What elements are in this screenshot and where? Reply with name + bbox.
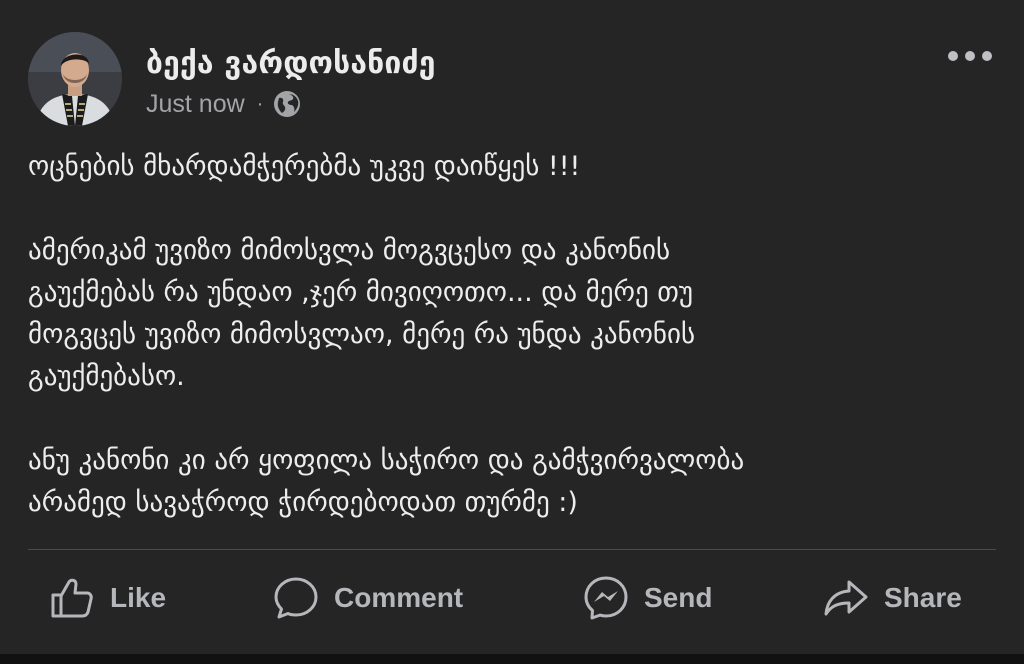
post-meta: Just now · bbox=[146, 88, 301, 120]
more-dot bbox=[948, 51, 958, 61]
post-timestamp[interactable]: Just now bbox=[146, 90, 245, 119]
post-text-line: გაუქმებას რა უნდაო ,ჯერ მივიღოთო... და მ… bbox=[28, 277, 693, 308]
post-actions-bar: Like Comment Send Share bbox=[0, 566, 1024, 630]
comment-button[interactable]: Comment bbox=[272, 566, 463, 630]
avatar-photo bbox=[28, 32, 122, 126]
post-text-line: ამერიკამ უვიზო მიმოსვლა მოგვცესო და კანო… bbox=[28, 235, 671, 266]
post-body: ოცნების მხარდამჭერებმა უკვე დაიწყეს !!! … bbox=[28, 146, 988, 524]
send-label: Send bbox=[644, 582, 713, 613]
more-dot bbox=[965, 51, 975, 61]
post-text-line: ანუ კანონი კი არ ყოფილა საჭირო და გამჭვი… bbox=[28, 445, 745, 476]
thumbs-up-icon bbox=[51, 578, 93, 618]
author-avatar[interactable] bbox=[28, 32, 122, 126]
share-button[interactable]: Share bbox=[822, 566, 962, 630]
meta-separator: · bbox=[256, 92, 264, 115]
post-header: ბექა ვარდოსანიძე Just now · bbox=[28, 30, 996, 126]
like-label: Like bbox=[110, 582, 167, 613]
messenger-icon bbox=[584, 576, 628, 620]
author-name[interactable]: ბექა ვარდოსანიძე bbox=[146, 46, 436, 81]
more-options-icon[interactable] bbox=[948, 44, 992, 68]
more-dot bbox=[982, 51, 992, 61]
globe-icon[interactable] bbox=[273, 90, 301, 118]
post-text-line: გაუქმებასო. bbox=[28, 361, 185, 392]
post-text-line: არამედ სავაჭროდ ჭირდებოდათ თურმე :) bbox=[28, 487, 578, 518]
comment-bubble-icon bbox=[274, 577, 318, 619]
post-card: ბექა ვარდოსანიძე Just now · ოცნების მხარ… bbox=[0, 0, 1024, 664]
post-text-line: ოცნების მხარდამჭერებმა უკვე დაიწყეს !!! bbox=[28, 151, 581, 182]
post-text-line: მოგვცეს უვიზო მიმოსვლაო, მერე რა უნდა კა… bbox=[28, 319, 696, 350]
send-button[interactable]: Send bbox=[582, 566, 712, 630]
bottom-edge bbox=[0, 654, 1024, 664]
share-arrow-icon bbox=[824, 580, 868, 616]
like-button[interactable]: Like bbox=[48, 566, 166, 630]
actions-divider bbox=[28, 549, 996, 550]
share-label: Share bbox=[884, 582, 962, 613]
comment-label: Comment bbox=[334, 582, 464, 613]
